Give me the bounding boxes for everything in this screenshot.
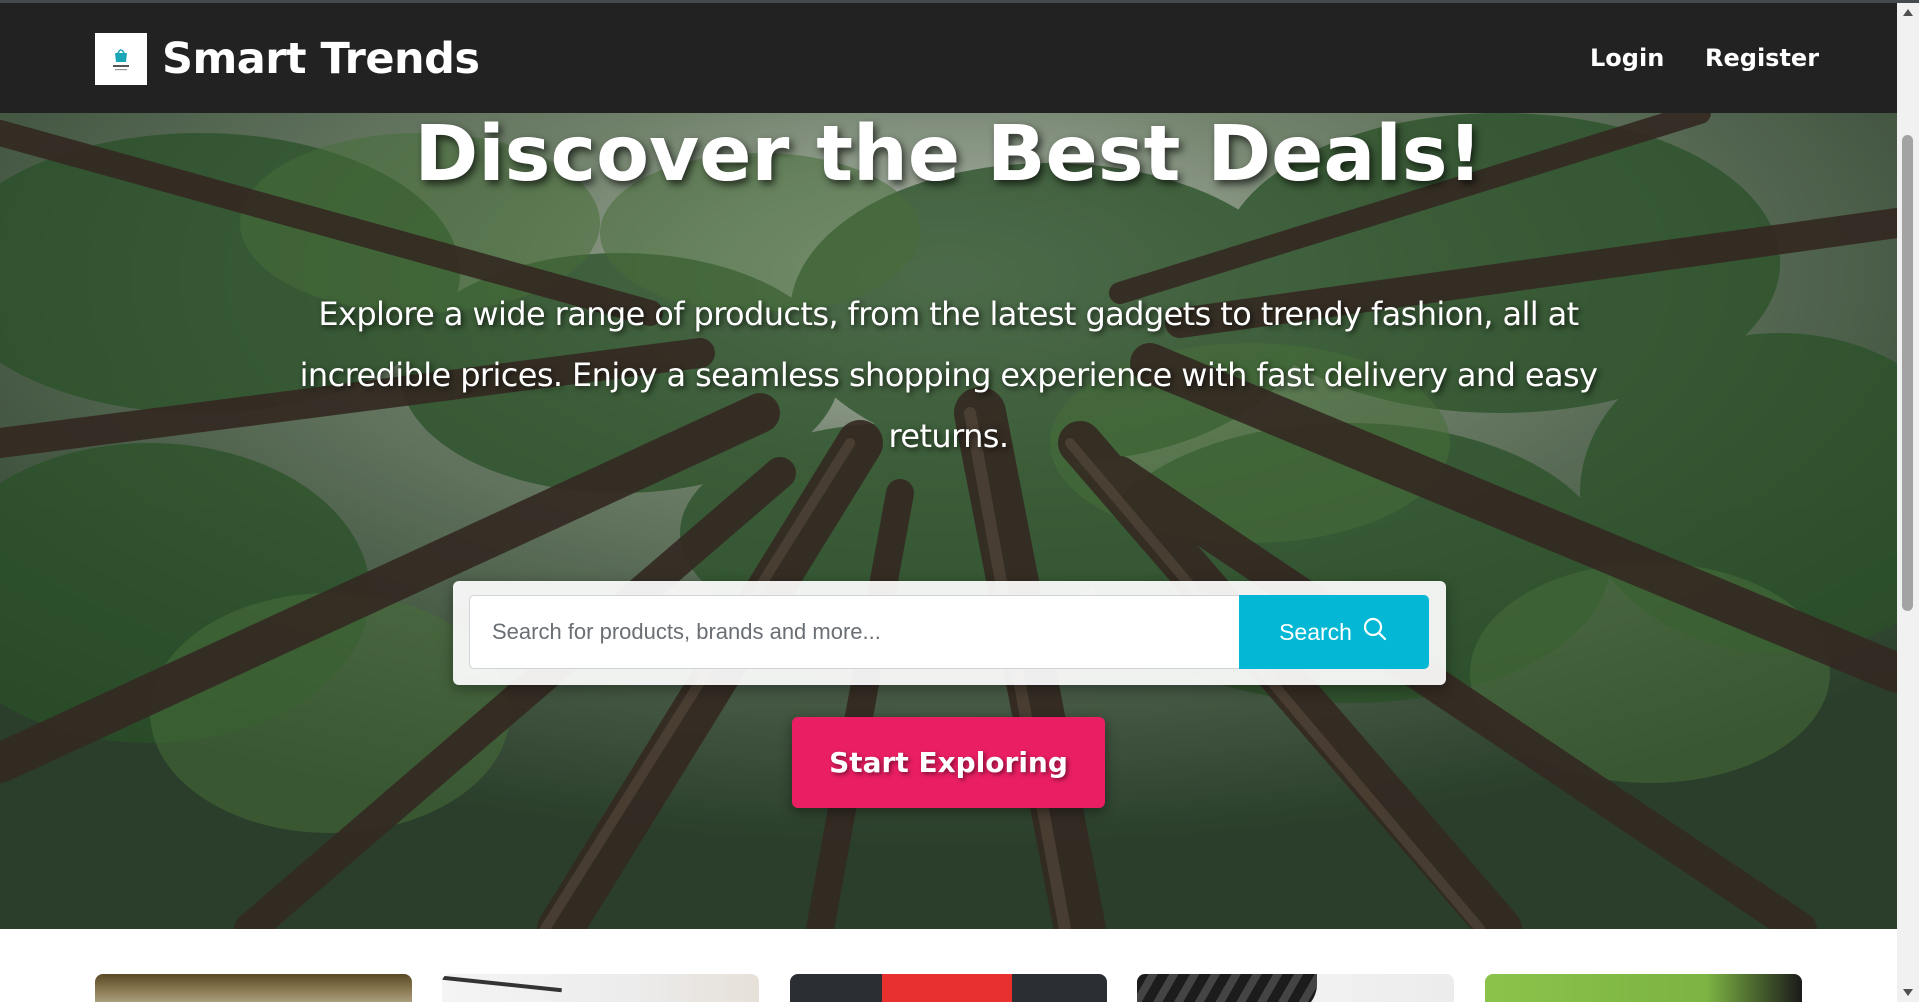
search-button-label: Search <box>1279 618 1352 645</box>
product-card[interactable] <box>442 974 759 1002</box>
search-input[interactable] <box>469 595 1239 669</box>
brand-name[interactable]: Smart Trends <box>162 31 480 87</box>
brand-logo[interactable] <box>95 33 147 85</box>
product-card[interactable] <box>790 974 1107 1002</box>
product-image-detail <box>1137 974 1317 1002</box>
product-card[interactable] <box>95 974 412 1002</box>
login-link[interactable]: Login <box>1590 43 1664 73</box>
product-card[interactable] <box>1137 974 1454 1002</box>
product-strip <box>0 929 1897 1002</box>
scroll-up-arrow-icon[interactable] <box>1903 9 1913 16</box>
hero-title: Discover the Best Deals! <box>414 113 1483 199</box>
scroll-down-arrow-icon[interactable] <box>1903 989 1913 996</box>
navbar: Smart Trends Login Register <box>0 3 1897 113</box>
start-exploring-button[interactable]: Start Exploring <box>792 717 1105 808</box>
hero-description: Explore a wide range of products, from t… <box>299 295 1598 455</box>
page-scrollbar[interactable] <box>1897 3 1919 1002</box>
product-image-detail <box>882 974 1012 1002</box>
window-top-border <box>0 0 1919 3</box>
search-bar: Search <box>453 581 1446 685</box>
register-link[interactable]: Register <box>1705 43 1819 73</box>
hero-section: Discover the Best Deals! Explore a wide … <box>0 113 1897 929</box>
page: Smart Trends Login Register Discover the… <box>0 0 1919 1002</box>
hanger-rail <box>442 975 562 993</box>
search-button[interactable]: Search <box>1239 595 1429 669</box>
search-icon <box>1363 617 1387 641</box>
scroll-thumb[interactable] <box>1902 135 1913 611</box>
product-card[interactable] <box>1485 974 1802 1002</box>
shopping-bag-icon <box>113 49 129 71</box>
